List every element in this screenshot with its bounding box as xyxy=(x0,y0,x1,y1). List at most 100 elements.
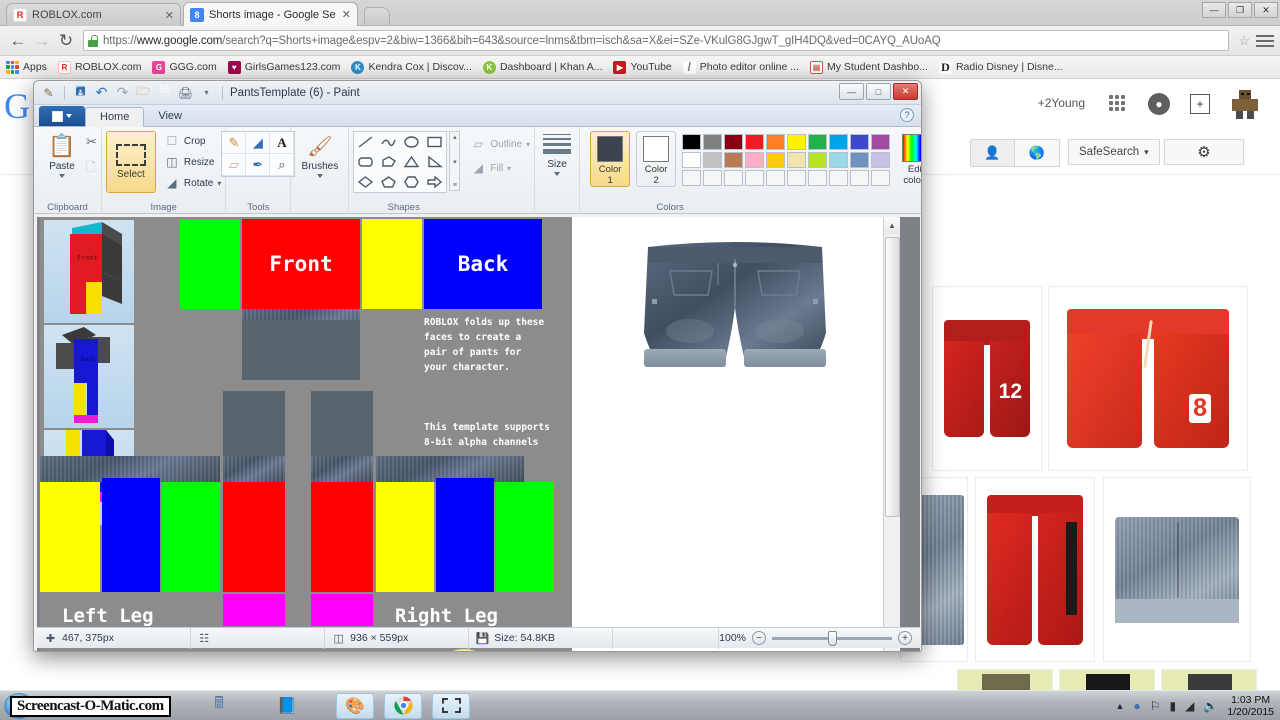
paint-maximize-button[interactable]: □ xyxy=(866,83,891,100)
customize-caret-icon[interactable]: ▾ xyxy=(198,84,215,101)
tab-home[interactable]: Home xyxy=(85,107,145,127)
result-red-basketball-shorts[interactable] xyxy=(975,477,1095,662)
address-bar[interactable]: https://www.google.com/search?q=Shorts+i… xyxy=(83,30,1230,51)
color1-button[interactable]: Color 1 xyxy=(590,131,631,187)
taskbar-clock[interactable]: 1:03 PM 1/20/2015 xyxy=(1227,694,1274,718)
new-tab-button[interactable] xyxy=(364,7,390,25)
tab-close-icon[interactable]: ✕ xyxy=(165,9,174,22)
palette-swatch[interactable] xyxy=(871,152,891,168)
open-icon[interactable]: 🗁 xyxy=(135,84,152,101)
palette-swatch[interactable] xyxy=(808,170,828,186)
palette-swatch[interactable] xyxy=(703,134,723,150)
help-icon[interactable]: ? xyxy=(900,108,914,122)
palette-swatch[interactable] xyxy=(724,170,744,186)
apps-grid-icon[interactable] xyxy=(1109,95,1125,111)
zoom-slider-thumb[interactable] xyxy=(828,630,837,646)
bookmark-radio-disney[interactable]: D Radio Disney | Disne... xyxy=(938,60,1063,74)
scroll-up-icon[interactable]: ▲ xyxy=(884,217,900,234)
undo-icon[interactable]: ↶ xyxy=(93,84,110,101)
new-icon[interactable]: 🗎 xyxy=(156,84,173,101)
share-plus-icon[interactable]: + xyxy=(1190,94,1210,114)
palette-swatch[interactable] xyxy=(703,170,723,186)
settings-gear-button[interactable]: ⚙ xyxy=(1164,139,1244,165)
copy-icon[interactable]: 🗋 xyxy=(86,158,97,179)
paint-close-button[interactable]: ✕ xyxy=(893,83,918,100)
paint-logo-icon[interactable]: ✎ xyxy=(40,84,57,101)
bookmark-girlsgames123[interactable]: ♥ GirlsGames123.com xyxy=(227,60,340,74)
palette-swatch[interactable] xyxy=(850,134,870,150)
tab-view[interactable]: View xyxy=(144,106,196,126)
paste-button[interactable]: 📋 Paste xyxy=(38,131,86,178)
show-hidden-icons[interactable]: ▲ xyxy=(1116,701,1125,711)
pentagon-shape-icon[interactable] xyxy=(377,172,400,192)
palette-swatch[interactable] xyxy=(871,134,891,150)
browser-maximize-button[interactable]: ❐ xyxy=(1228,2,1252,18)
browser-minimize-button[interactable]: — xyxy=(1202,2,1226,18)
result-red-shorts-12[interactable]: 12 xyxy=(932,286,1042,471)
palette-swatch[interactable] xyxy=(703,152,723,168)
bookmark-apps[interactable]: Apps xyxy=(6,60,47,74)
resize-button[interactable]: ◫ Resize xyxy=(164,155,221,169)
google-account-name[interactable]: +2Young xyxy=(1038,96,1085,110)
bookmark-ggg[interactable]: G GGG.com xyxy=(152,60,217,74)
save-icon[interactable]: 🖪 xyxy=(72,84,89,101)
outline-button[interactable]: ▱ Outline ▾ xyxy=(470,137,530,151)
taskbar-notepad-icon[interactable]: 📘 xyxy=(268,693,306,719)
browser-tab-roblox[interactable]: R ROBLOX.com ✕ xyxy=(6,3,181,26)
result-black-shorts[interactable] xyxy=(1059,669,1155,690)
palette-swatch[interactable] xyxy=(745,170,765,186)
palette-swatch[interactable] xyxy=(766,134,786,150)
scissors-icon[interactable]: ✂ xyxy=(86,134,97,150)
palette-swatch[interactable] xyxy=(829,170,849,186)
fill-tool-icon[interactable]: ◢ xyxy=(246,132,271,154)
action-center-flag-icon[interactable]: ⚐ xyxy=(1150,699,1161,713)
curve-shape-icon[interactable] xyxy=(377,132,400,152)
triangle-shape-icon[interactable] xyxy=(400,152,423,172)
rotate-button[interactable]: ◢ Rotate ▾ xyxy=(164,176,221,190)
bookmark-photo-editor[interactable]: / Photo editor online ... xyxy=(682,60,799,74)
palette-swatch[interactable] xyxy=(787,170,807,186)
zoom-slider-track[interactable] xyxy=(772,630,892,646)
eraser-tool-icon[interactable]: ▱ xyxy=(222,154,247,176)
result-grey-shorts[interactable] xyxy=(1161,669,1257,690)
crop-button[interactable]: ☐ Crop xyxy=(164,134,221,148)
palette-swatch[interactable] xyxy=(766,152,786,168)
palette-swatch[interactable] xyxy=(829,152,849,168)
canvas-vertical-scrollbar[interactable]: ▲ ▼ xyxy=(883,217,900,651)
forward-button[interactable]: → xyxy=(30,29,54,53)
palette-swatch[interactable] xyxy=(850,170,870,186)
edit-colors-button[interactable]: Edit colors xyxy=(896,131,921,186)
palette-swatch[interactable] xyxy=(871,170,891,186)
taskbar-calculator-icon[interactable]: 🖩 xyxy=(200,693,238,719)
tray-app-icon[interactable]: ● xyxy=(1133,699,1140,713)
bookmark-student-dashboard[interactable]: ▤ My Student Dashbo... xyxy=(809,60,928,74)
pencil-tool-icon[interactable]: ✎ xyxy=(222,132,247,154)
safesearch-dropdown[interactable]: SafeSearch ▾ xyxy=(1068,139,1160,165)
print-icon[interactable]: 🖨 xyxy=(177,84,194,101)
palette-swatch[interactable] xyxy=(808,134,828,150)
palette-swatch[interactable] xyxy=(829,134,849,150)
redo-icon[interactable]: ↷ xyxy=(114,84,131,101)
result-red-shorts-8[interactable]: 8 xyxy=(1048,286,1248,471)
scroll-down-icon[interactable]: ▾ xyxy=(453,158,457,166)
paint-minimize-button[interactable]: — xyxy=(839,83,864,100)
palette-swatch[interactable] xyxy=(766,170,786,186)
bookmark-roblox[interactable]: R ROBLOX.com xyxy=(57,60,141,74)
browser-tab-google-images[interactable]: 8 Shorts image - Google Sea ✕ xyxy=(183,2,358,26)
ellipse-shape-icon[interactable] xyxy=(400,132,423,152)
globe-icon[interactable]: 🌎 xyxy=(1015,140,1059,166)
palette-swatch[interactable] xyxy=(787,134,807,150)
color-picker-tool-icon[interactable]: ✒ xyxy=(246,154,271,176)
arrow-shape-icon[interactable] xyxy=(423,172,446,192)
shapes-scrollbar[interactable]: ▴ ▾ ≡ xyxy=(449,131,461,191)
diamond-shape-icon[interactable] xyxy=(354,172,377,192)
reload-button[interactable]: ↻ xyxy=(54,29,78,53)
bell-icon[interactable]: ● xyxy=(1148,93,1170,115)
volume-icon[interactable]: 🔈 xyxy=(1203,699,1218,713)
bookmark-youtube[interactable]: ▶ YouTube xyxy=(613,60,672,74)
bookmark-star-icon[interactable]: ☆ xyxy=(1238,33,1250,49)
hexagon-shape-icon[interactable] xyxy=(400,172,423,192)
taskbar-chrome-icon[interactable] xyxy=(384,692,422,719)
palette-swatch[interactable] xyxy=(850,152,870,168)
person-icon[interactable]: 👤 xyxy=(971,140,1015,166)
